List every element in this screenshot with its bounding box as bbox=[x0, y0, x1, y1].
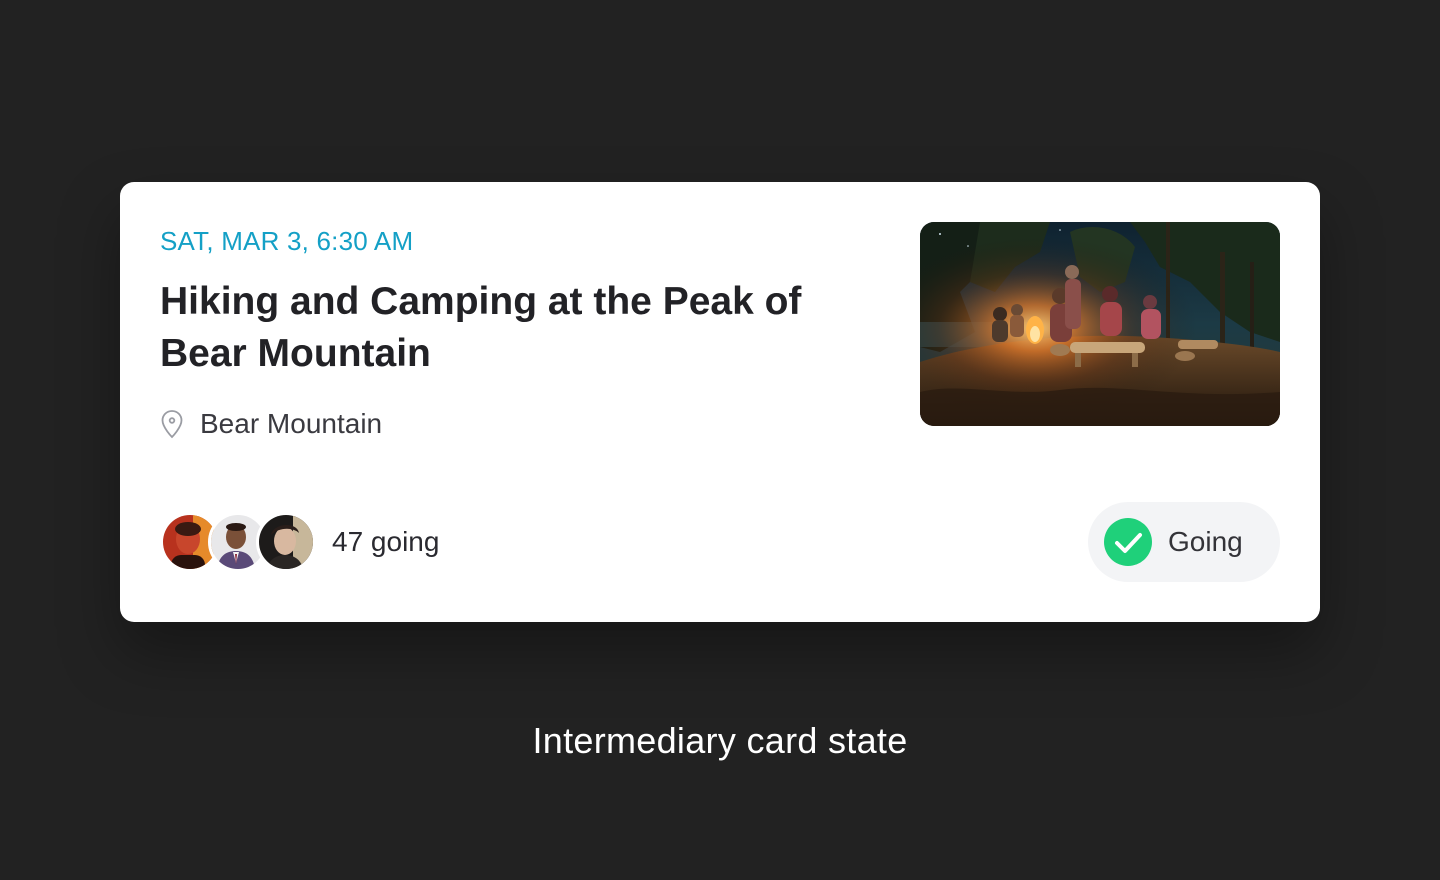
event-card[interactable]: SAT, MAR 3, 6:30 AM Hiking and Camping a… bbox=[120, 182, 1320, 622]
state-caption: Intermediary card state bbox=[532, 720, 908, 761]
event-date-time: SAT, MAR 3, 6:30 AM bbox=[160, 226, 414, 256]
going-count[interactable]: 47 going bbox=[332, 526, 439, 558]
event-photo[interactable] bbox=[920, 222, 1280, 426]
location-label: Bear Mountain bbox=[200, 408, 383, 439]
attendees-summary[interactable]: 47 going bbox=[160, 512, 439, 572]
event-location: Bear Mountain bbox=[160, 406, 382, 442]
attendee-avatar-3[interactable] bbox=[256, 512, 316, 572]
event-title[interactable]: Hiking and Camping at the Peak of Bear M… bbox=[160, 276, 880, 380]
going-rsvp-button[interactable]: Going bbox=[1088, 502, 1280, 582]
map-pin-icon bbox=[160, 409, 184, 439]
check-circle-icon bbox=[1104, 518, 1152, 566]
rsvp-label: Going bbox=[1168, 526, 1243, 557]
attendee-avatar-stack[interactable] bbox=[160, 512, 320, 572]
canvas: SAT, MAR 3, 6:30 AM Hiking and Camping a… bbox=[0, 0, 1440, 880]
